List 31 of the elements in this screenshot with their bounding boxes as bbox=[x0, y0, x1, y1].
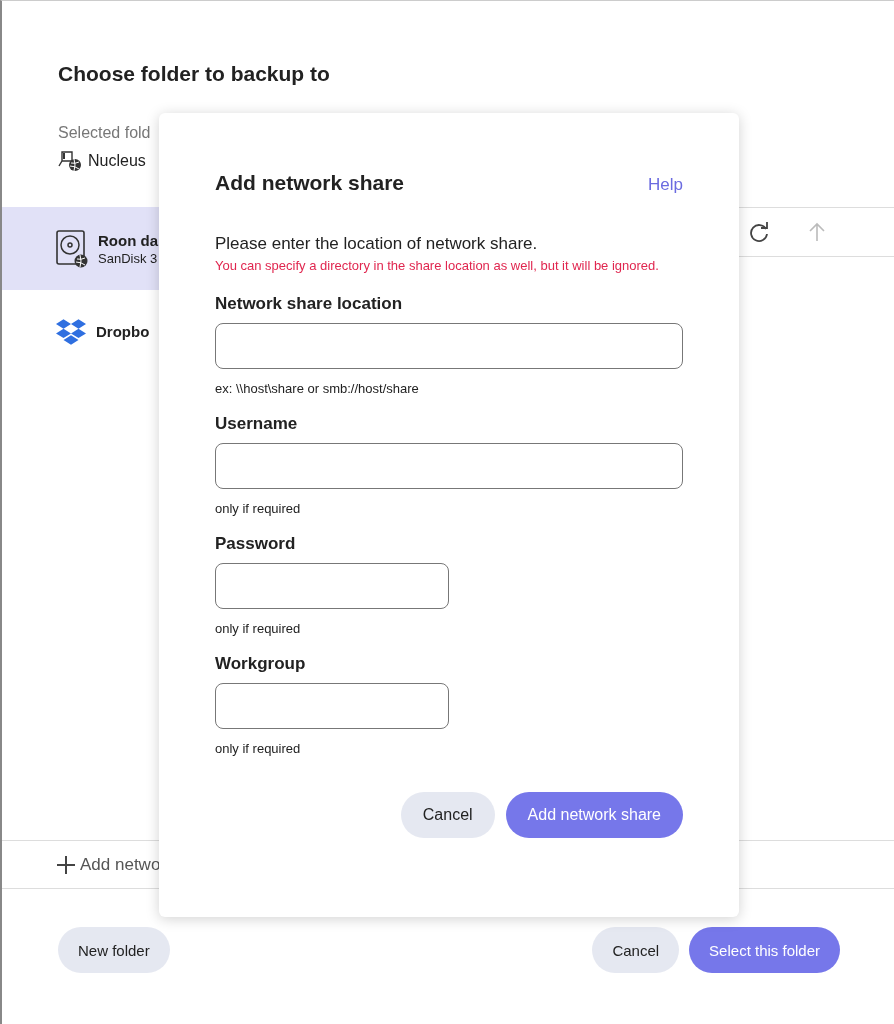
hard-drive-icon bbox=[56, 229, 88, 268]
input-field[interactable] bbox=[215, 443, 683, 489]
location-detail: SanDisk 3 bbox=[98, 250, 158, 266]
add-network-share-button[interactable]: Add netwo bbox=[56, 854, 161, 875]
modal-title: Add network share bbox=[215, 171, 405, 195]
select-folder-button[interactable]: Select this folder bbox=[689, 927, 840, 973]
field-label: Password bbox=[215, 534, 297, 554]
new-folder-button[interactable]: New folder bbox=[58, 927, 170, 973]
cancel-button[interactable]: Cancel bbox=[400, 792, 495, 838]
server-icon bbox=[58, 150, 82, 172]
add-network-share-button[interactable]: Add network share bbox=[505, 792, 683, 838]
input-field[interactable] bbox=[215, 683, 449, 729]
plus-icon bbox=[56, 854, 76, 875]
dialog-title: Choose folder to backup to bbox=[58, 62, 331, 86]
field-hint: only if required bbox=[215, 501, 302, 516]
cancel-button[interactable]: Cancel bbox=[592, 927, 680, 973]
selected-folder-label: Selected fold bbox=[58, 124, 152, 142]
refresh-button[interactable] bbox=[748, 221, 770, 243]
field-label: Network share location bbox=[215, 294, 404, 314]
help-link[interactable]: Help bbox=[648, 175, 683, 195]
device-name: Nucleus bbox=[88, 152, 146, 170]
field-label: Workgroup bbox=[215, 654, 307, 674]
field-label: Username bbox=[215, 414, 299, 434]
dropbox-icon bbox=[56, 318, 86, 345]
location-name: Dropbo bbox=[96, 323, 150, 340]
field-hint: ex: \\host\share or smb://host/share bbox=[215, 381, 420, 396]
input-field[interactable] bbox=[215, 563, 449, 609]
field-hint: only if required bbox=[215, 621, 302, 636]
location-name: Roon da bbox=[98, 231, 158, 249]
input-field[interactable] bbox=[215, 323, 683, 369]
field-hint: only if required bbox=[215, 741, 302, 756]
